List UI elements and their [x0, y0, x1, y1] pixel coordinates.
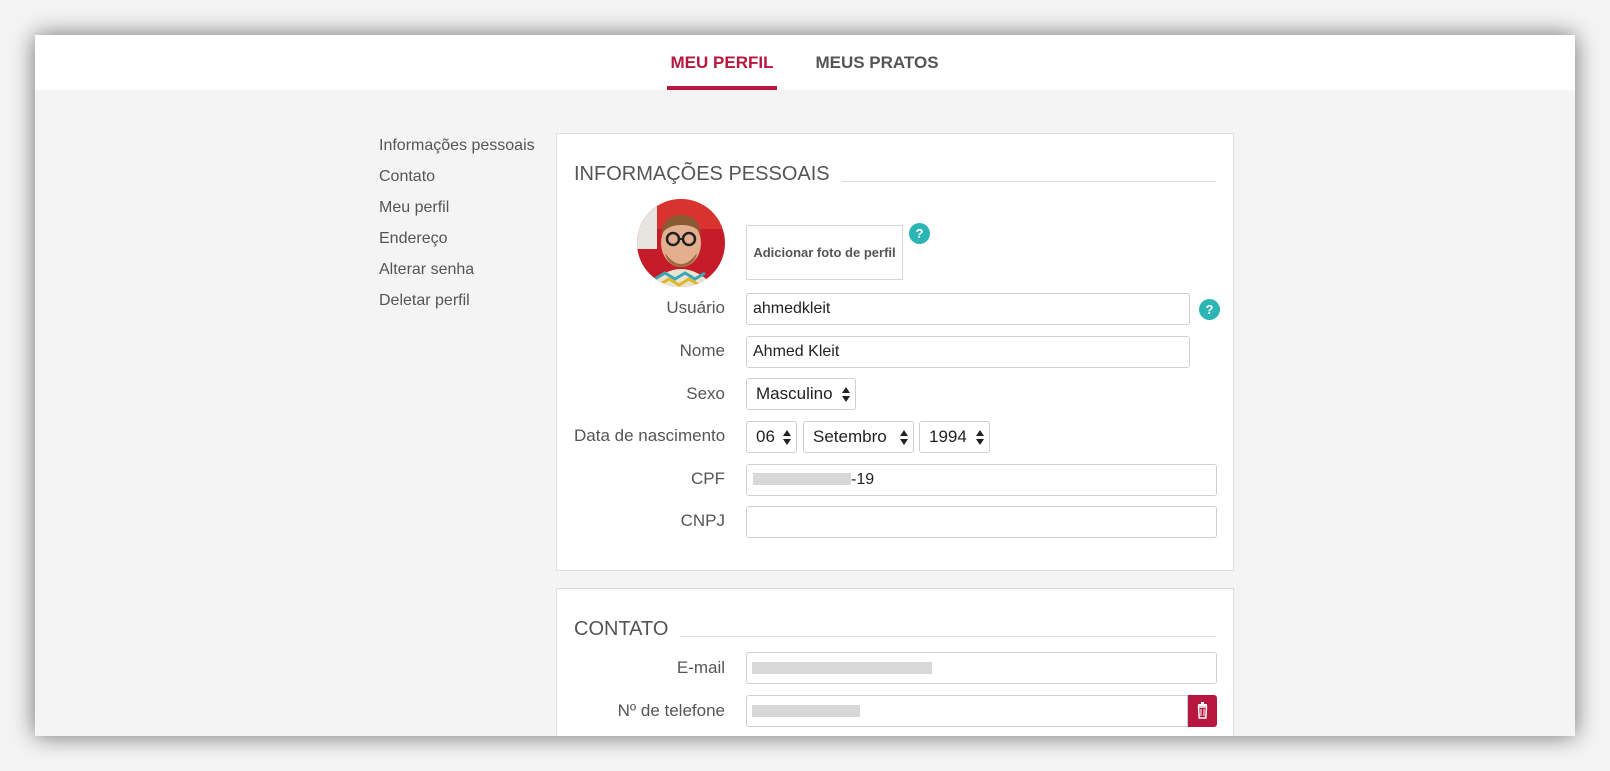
sidebar-item-delete-profile[interactable]: Deletar perfil — [379, 290, 535, 321]
name-input[interactable] — [746, 336, 1190, 368]
tab-meu-perfil[interactable]: MEU PERFIL — [667, 35, 777, 90]
tab-meus-pratos[interactable]: MEUS PRATOS — [812, 35, 942, 90]
cnpj-input[interactable] — [746, 506, 1217, 538]
sidebar-item-address[interactable]: Endereço — [379, 228, 535, 259]
birthdate-label: Data de nascimento — [574, 426, 726, 445]
email-label: E-mail — [676, 658, 725, 677]
birth-month-value: Setembro — [813, 427, 887, 446]
cpf-label: CPF — [691, 469, 725, 488]
birth-month-select[interactable]: Setembro — [803, 421, 914, 453]
sidebar: Informações pessoais Contato Meu perfil … — [379, 135, 535, 321]
app-window: MEU PERFIL MEUS PRATOS Informações pesso… — [35, 35, 1575, 736]
name-label: Nome — [679, 341, 725, 360]
sex-select[interactable]: Masculino — [746, 378, 856, 410]
redacted-text — [753, 473, 851, 485]
help-icon[interactable]: ? — [909, 223, 930, 244]
avatar — [637, 199, 725, 287]
section-title-personal-info: INFORMAÇÕES PESSOAIS — [574, 163, 842, 186]
sex-select-value: Masculino — [756, 384, 833, 403]
sidebar-item-contact[interactable]: Contato — [379, 166, 535, 197]
help-icon[interactable]: ? — [1199, 299, 1220, 320]
birth-day-select[interactable]: 06 — [746, 421, 797, 453]
trash-icon — [1197, 702, 1208, 719]
select-arrows-icon — [842, 387, 850, 402]
personal-info-panel: INFORMAÇÕES PESSOAIS Adicionar foto de p… — [556, 133, 1234, 571]
phone-input[interactable] — [746, 695, 1188, 727]
contact-panel: CONTATO E-mail Nº de telefone — [556, 588, 1234, 736]
section-divider — [675, 636, 1216, 637]
add-profile-photo-button[interactable]: Adicionar foto de perfil — [746, 225, 903, 280]
select-arrows-icon — [783, 430, 791, 445]
redacted-text — [752, 705, 860, 717]
redacted-text — [752, 662, 932, 674]
birth-day-value: 06 — [756, 427, 775, 446]
sidebar-item-my-profile[interactable]: Meu perfil — [379, 197, 535, 228]
sidebar-item-personal-info[interactable]: Informações pessoais — [379, 135, 535, 166]
cpf-input[interactable]: -19 — [746, 464, 1217, 496]
birth-year-value: 1994 — [929, 427, 967, 446]
sidebar-item-change-password[interactable]: Alterar senha — [379, 259, 535, 290]
select-arrows-icon — [900, 430, 908, 445]
cnpj-label: CNPJ — [680, 511, 725, 530]
sex-label: Sexo — [686, 384, 725, 403]
username-input[interactable] — [746, 293, 1190, 325]
birth-year-select[interactable]: 1994 — [919, 421, 990, 453]
delete-phone-button[interactable] — [1188, 695, 1217, 727]
phone-label: Nº de telefone — [617, 701, 725, 720]
username-label: Usuário — [666, 298, 725, 317]
select-arrows-icon — [976, 430, 984, 445]
section-title-contact: CONTATO — [574, 618, 681, 641]
email-input[interactable] — [746, 652, 1217, 684]
top-navigation: MEU PERFIL MEUS PRATOS — [35, 35, 1575, 90]
cpf-suffix: -19 — [851, 471, 875, 488]
